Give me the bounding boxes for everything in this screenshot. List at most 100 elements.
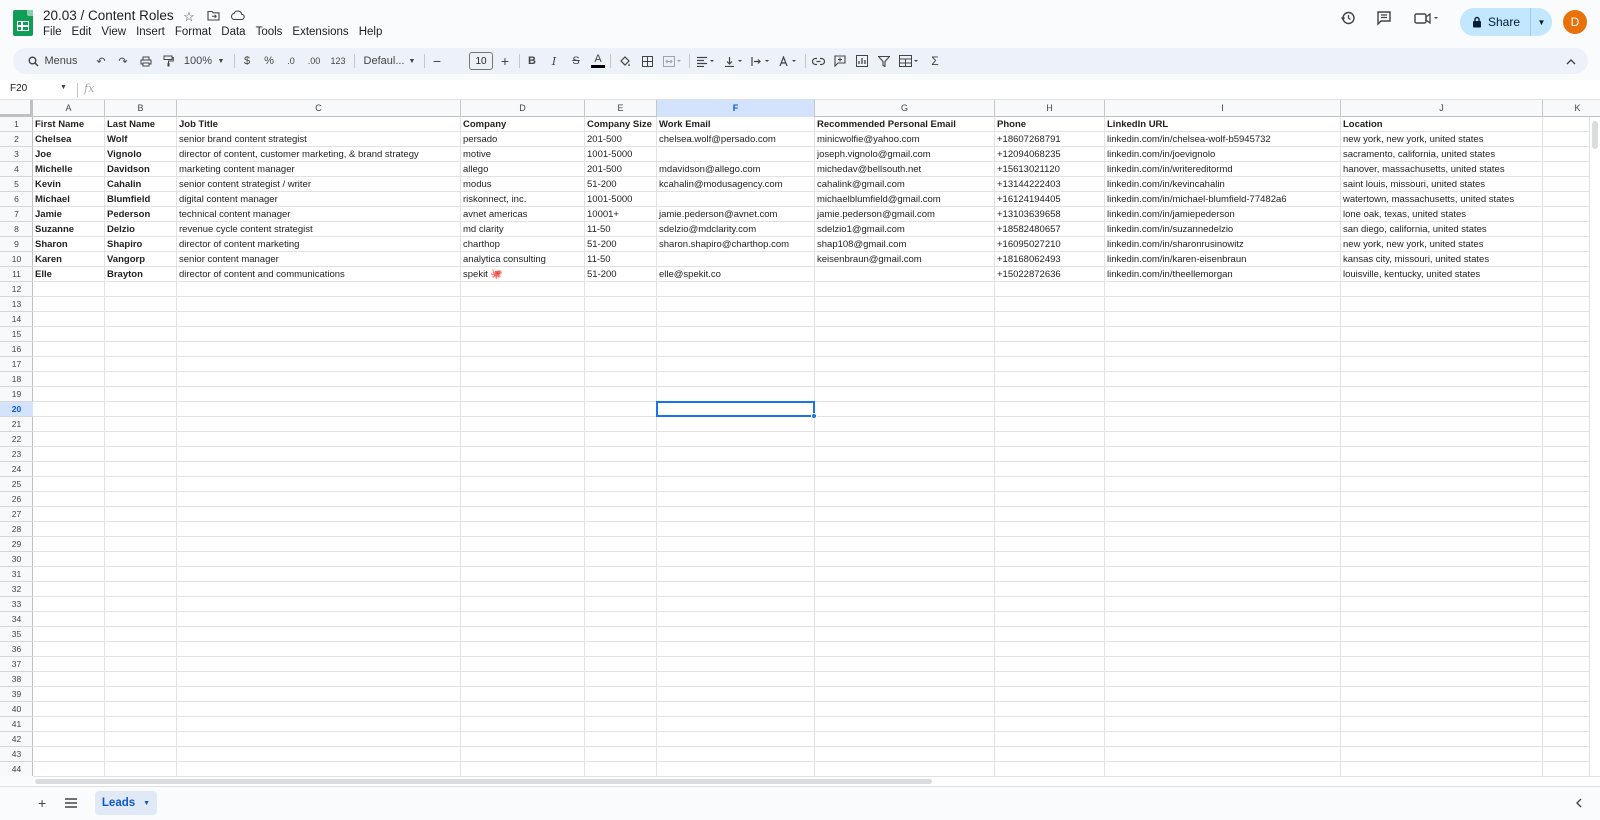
table-cell[interactable]: +18582480657 [995,222,1105,237]
table-cell[interactable]: michaelblumfield@gmail.com [815,192,995,207]
row-header[interactable]: 41 [0,717,33,732]
row-header[interactable]: 6 [0,192,33,207]
table-cell[interactable]: senior brand content strategist [177,132,461,147]
share-dropdown-icon[interactable]: ▼ [1530,8,1552,36]
table-cell[interactable]: 201-500 [585,132,657,147]
font-size-increase-button[interactable]: + [497,48,513,74]
table-cell[interactable]: +13144222403 [995,177,1105,192]
borders-icon[interactable] [638,48,656,74]
add-sheet-icon[interactable]: + [38,795,46,811]
table-cell[interactable]: joseph.vignolo@gmail.com [815,147,995,162]
align-icon[interactable] [693,48,719,74]
table-cell[interactable]: 11-50 [585,252,657,267]
row-header[interactable]: 17 [0,357,33,372]
table-cell[interactable]: motive [461,147,585,162]
row-header[interactable]: 25 [0,477,33,492]
table-cell[interactable] [657,147,815,162]
row-header[interactable]: 8 [0,222,33,237]
table-cell[interactable]: linkedin.com/in/sharonrusinowitz [1105,237,1341,252]
row-header[interactable]: 3 [0,147,33,162]
table-cell[interactable]: Sharon [33,237,105,252]
table-cell[interactable]: Blumfield [105,192,177,207]
chart-icon[interactable] [853,48,871,74]
header-cell[interactable]: Work Email [657,117,815,132]
table-cell[interactable]: Michelle [33,162,105,177]
table-cell[interactable]: sdelzio1@gmail.com [815,222,995,237]
column-header[interactable]: F [657,100,815,117]
row-header[interactable]: 12 [0,282,33,297]
table-cell[interactable]: riskonnect, inc. [461,192,585,207]
table-cell[interactable]: Pederson [105,207,177,222]
row-header[interactable]: 4 [0,162,33,177]
table-cell[interactable]: linkedin.com/in/michael-blumfield-77482a… [1105,192,1341,207]
header-cell[interactable]: Last Name [105,117,177,132]
video-call-icon[interactable] [1414,10,1440,30]
merge-icon[interactable] [660,48,684,74]
row-header[interactable]: 2 [0,132,33,147]
table-cell[interactable]: Wolf [105,132,177,147]
table-cell[interactable]: Joe [33,147,105,162]
table-cell[interactable]: Shapiro [105,237,177,252]
table-cell[interactable]: +15613021120 [995,162,1105,177]
link-icon[interactable] [809,48,827,74]
table-cell[interactable] [657,252,815,267]
table-cell[interactable]: lone oak, texas, united states [1341,207,1543,222]
spreadsheet-grid[interactable]: ABCDEFGHIJK 1 2 3 4 5 6 7 8 9 10 11 12 13 14 15 16 17 18 1… [0,100,1600,776]
header-cell[interactable]: Phone [995,117,1105,132]
row-header[interactable]: 31 [0,567,33,582]
table-cell[interactable]: allego [461,162,585,177]
row-header[interactable]: 18 [0,372,33,387]
table-cell[interactable]: 11-50 [585,222,657,237]
table-cell[interactable]: minicwolfie@yahoo.com [815,132,995,147]
header-cell[interactable]: First Name [33,117,105,132]
table-cell[interactable]: Vignolo [105,147,177,162]
table-cell[interactable]: Delzio [105,222,177,237]
row-header[interactable]: 1 [0,117,33,132]
row-header[interactable]: 15 [0,327,33,342]
decrease-decimal-button[interactable]: .0 [282,48,300,74]
sum-button[interactable]: Σ [926,48,944,74]
header-cell[interactable]: Company [461,117,585,132]
table-cell[interactable]: avnet americas [461,207,585,222]
row-header[interactable]: 42 [0,732,33,747]
column-header[interactable]: G [815,100,995,117]
row-header[interactable]: 16 [0,342,33,357]
row-header[interactable]: 33 [0,597,33,612]
collapse-icon[interactable] [1562,48,1580,74]
table-cell[interactable]: shap108@gmail.com [815,237,995,252]
table-cell[interactable]: spekit 🐙 [461,267,585,282]
table-cell[interactable]: director of content marketing [177,237,461,252]
comment-add-icon[interactable] [831,48,849,74]
table-cell[interactable]: sharon.shapiro@charthop.com [657,237,815,252]
menu-help[interactable]: Help [359,26,383,38]
table-cell[interactable]: mdavidson@allego.com [657,162,815,177]
menu-data[interactable]: Data [221,26,245,38]
table-cell[interactable]: Michael [33,192,105,207]
vertical-scroll-thumb[interactable] [1592,121,1598,149]
bold-button[interactable]: B [524,48,540,74]
table-cell[interactable]: jamie.pederson@gmail.com [815,207,995,222]
sheet-tab-leads[interactable]: Leads ▼ [95,791,157,815]
filter-icon[interactable] [875,48,893,74]
table-cell[interactable]: san diego, california, united states [1341,222,1543,237]
table-cell[interactable]: watertown, massachusetts, united states [1341,192,1543,207]
row-header[interactable]: 24 [0,462,33,477]
cloud-status-icon[interactable] [228,9,246,25]
table-cell[interactable]: director of content and communications [177,267,461,282]
row-header[interactable]: 13 [0,297,33,312]
number-format-button[interactable]: 123 [327,48,349,74]
table-cell[interactable]: 10001+ [585,207,657,222]
table-cell[interactable]: linkedin.com/in/joevignolo [1105,147,1341,162]
sheet-tab-dropdown-icon[interactable]: ▼ [143,800,150,807]
menu-extensions[interactable]: Extensions [292,26,348,38]
star-icon[interactable]: ☆ [180,9,198,25]
cell-area[interactable]: First Name Last Name Job Title Company Compa… [33,117,1600,776]
search-menus[interactable]: Menus [21,48,85,74]
name-box-dropdown-icon[interactable]: ▼ [60,84,67,91]
table-cell[interactable]: new york, new york, united states [1341,132,1543,147]
font-select[interactable]: Defaul... [359,48,409,74]
history-icon[interactable] [1340,10,1356,30]
font-size-input[interactable]: 10 [469,52,493,70]
text-color-button[interactable]: A [590,48,606,74]
row-header[interactable]: 39 [0,687,33,702]
